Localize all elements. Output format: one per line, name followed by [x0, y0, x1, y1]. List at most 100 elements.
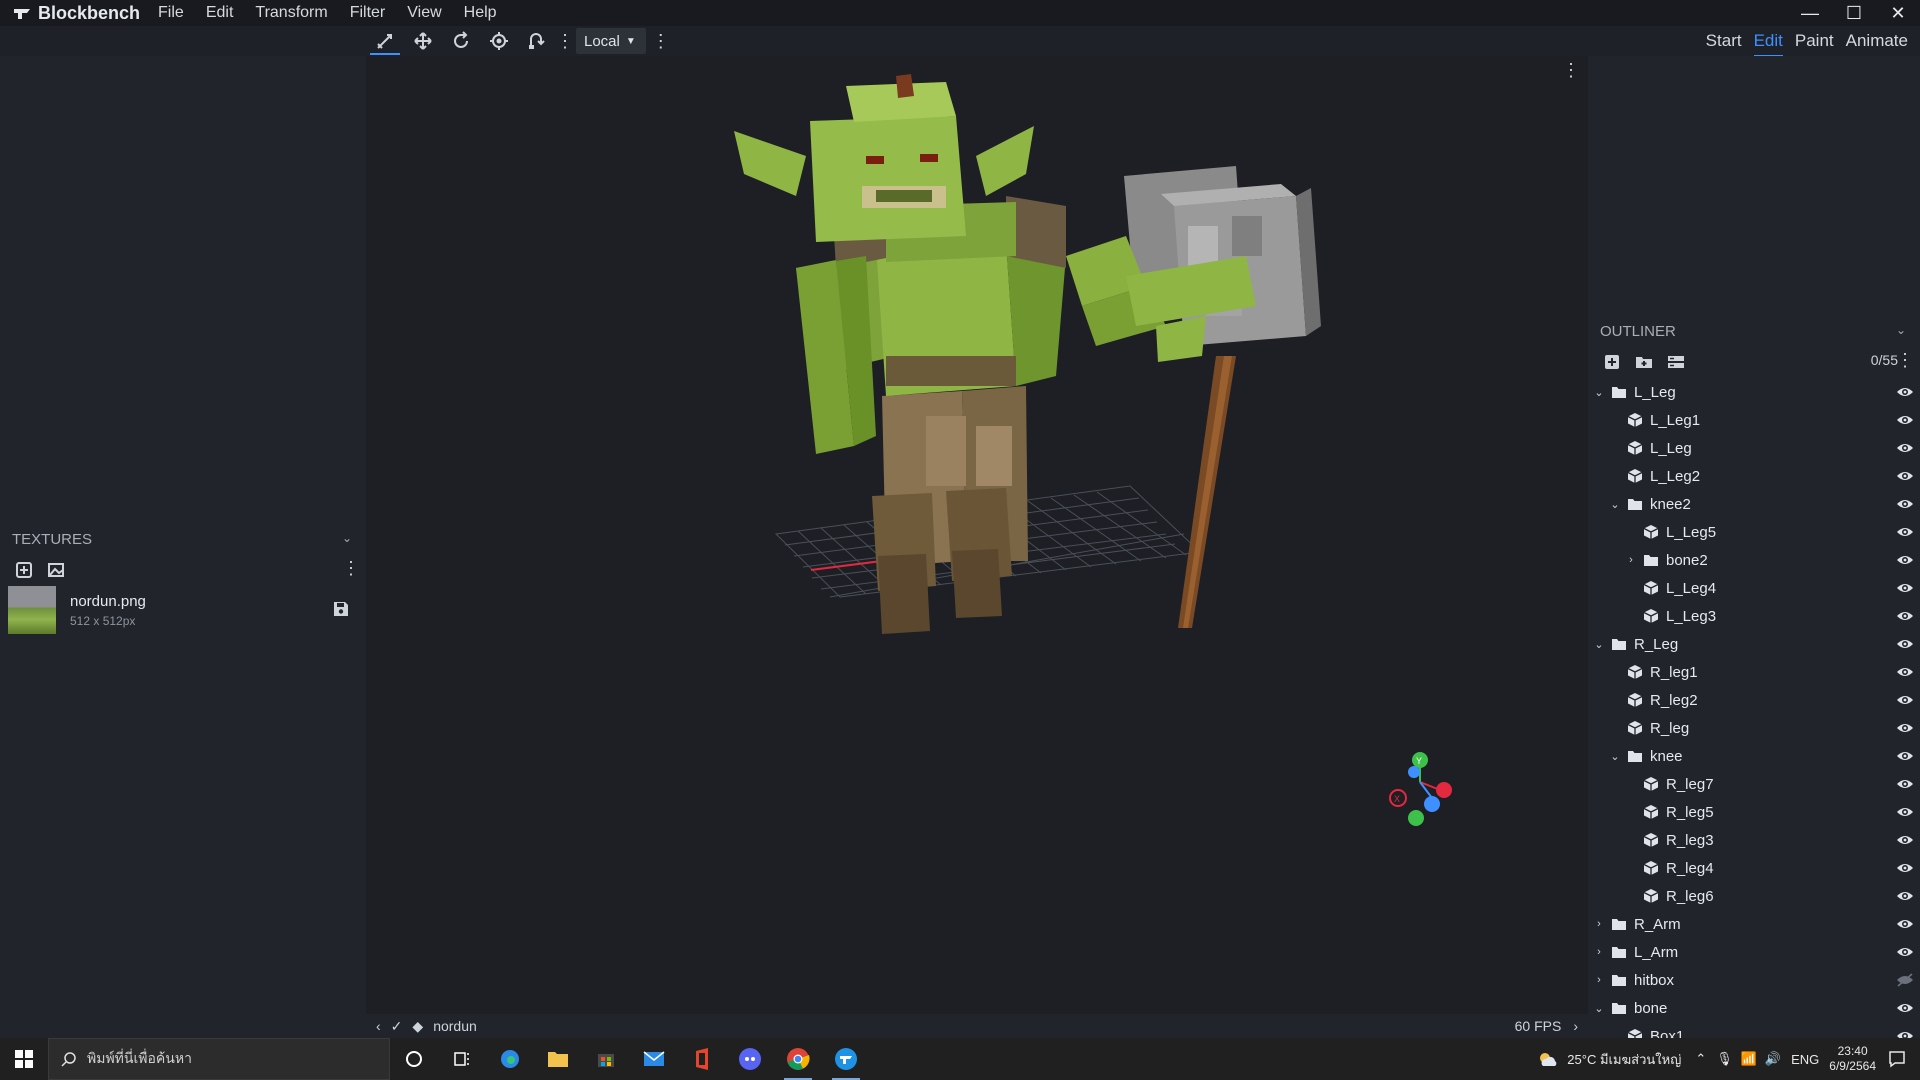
chevron-down-icon[interactable]: ⌄: [1592, 638, 1606, 651]
outliner-group-row[interactable]: ⌄ R_Leg: [1588, 630, 1920, 658]
outliner-more-icon[interactable]: ⋮: [1896, 350, 1914, 371]
menu-help[interactable]: Help: [464, 4, 497, 22]
menu-filter[interactable]: Filter: [350, 4, 386, 22]
collapse-chevron-icon[interactable]: ⌄: [342, 531, 352, 545]
language-indicator[interactable]: ENG: [1791, 1052, 1819, 1067]
outliner-cube-row[interactable]: R_leg2: [1588, 686, 1920, 714]
task-view-button[interactable]: [438, 1038, 486, 1080]
file-explorer-button[interactable]: [534, 1038, 582, 1080]
chevron-down-icon[interactable]: ⌄: [1592, 1002, 1606, 1015]
eye-icon[interactable]: [1896, 776, 1914, 792]
resize-tool-button[interactable]: [404, 26, 442, 56]
mode-start[interactable]: Start: [1706, 31, 1742, 51]
eye-icon[interactable]: [1896, 384, 1914, 400]
minimize-button[interactable]: —: [1788, 0, 1832, 26]
outliner-cube-row[interactable]: L_Leg5: [1588, 518, 1920, 546]
edge-button[interactable]: [486, 1038, 534, 1080]
outliner-cube-row[interactable]: R_leg1: [1588, 658, 1920, 686]
eye-icon[interactable]: [1896, 608, 1914, 624]
eye-icon[interactable]: [1896, 636, 1914, 652]
eye-icon[interactable]: [1896, 1000, 1914, 1016]
eye-icon[interactable]: [1896, 888, 1914, 904]
move-tool-button[interactable]: [366, 26, 404, 56]
volume-icon[interactable]: 🔊: [1765, 1051, 1781, 1067]
eye-icon[interactable]: [1896, 440, 1914, 456]
3d-viewport[interactable]: ⋮ Y X: [366, 56, 1588, 1014]
outliner-cube-row[interactable]: R_leg4: [1588, 854, 1920, 882]
textures-more-icon[interactable]: ⋮: [342, 558, 360, 579]
chevron-right-icon[interactable]: ›: [1624, 554, 1638, 566]
office-button[interactable]: [678, 1038, 726, 1080]
cortana-button[interactable]: [390, 1038, 438, 1080]
outliner-group-row[interactable]: › R_Arm: [1588, 910, 1920, 938]
add-cube-button[interactable]: [1596, 348, 1628, 376]
microphone-icon[interactable]: 🎙: [1716, 1051, 1733, 1067]
outliner-cube-row[interactable]: R_leg5: [1588, 798, 1920, 826]
close-button[interactable]: ✕: [1876, 0, 1920, 26]
taskbar-search[interactable]: พิมพ์ที่นี่เพื่อค้นหา: [48, 1038, 390, 1080]
eye-icon[interactable]: [1896, 692, 1914, 708]
chevron-down-icon[interactable]: ⌄: [1608, 498, 1622, 511]
eye-icon[interactable]: [1896, 580, 1914, 596]
weather-text[interactable]: 25°C มีเมฆส่วนใหญ่: [1567, 1049, 1681, 1070]
textures-header[interactable]: TEXTURES ⌄: [0, 524, 366, 554]
sidebar-left-toggle-icon[interactable]: ‹: [376, 1018, 381, 1034]
clock[interactable]: 23:40 6/9/2564: [1829, 1044, 1876, 1074]
collapse-chevron-icon[interactable]: ⌄: [1896, 323, 1906, 337]
eye-icon[interactable]: [1896, 1028, 1914, 1038]
chevron-down-icon[interactable]: ⌄: [1608, 750, 1622, 763]
pivot-tool-button[interactable]: [480, 26, 518, 56]
eye-icon[interactable]: [1896, 552, 1914, 568]
outliner-group-row[interactable]: ⌄ bone: [1588, 994, 1920, 1022]
chevron-right-icon[interactable]: ›: [1592, 946, 1606, 958]
outliner-cube-row[interactable]: L_Leg1: [1588, 406, 1920, 434]
rotate-tool-button[interactable]: [442, 26, 480, 56]
import-texture-button[interactable]: [40, 556, 72, 584]
eye-icon[interactable]: [1896, 916, 1914, 932]
outliner-cube-row[interactable]: R_leg: [1588, 714, 1920, 742]
tray-expand-icon[interactable]: ⌃: [1695, 1051, 1706, 1067]
outliner-cube-row[interactable]: Box1: [1588, 1022, 1920, 1038]
chrome-button[interactable]: [774, 1038, 822, 1080]
chevron-down-icon[interactable]: ⌄: [1592, 386, 1606, 399]
maximize-button[interactable]: ☐: [1832, 0, 1876, 26]
eye-icon[interactable]: [1896, 664, 1914, 680]
outliner-cube-row[interactable]: L_Leg2: [1588, 462, 1920, 490]
eye-icon[interactable]: [1896, 524, 1914, 540]
outliner-cube-row[interactable]: R_leg6: [1588, 882, 1920, 910]
eye-icon[interactable]: [1896, 944, 1914, 960]
toolbar-more-icon[interactable]: ⋮: [556, 26, 574, 56]
menu-transform[interactable]: Transform: [255, 4, 327, 22]
menu-edit[interactable]: Edit: [206, 4, 234, 22]
chevron-right-icon[interactable]: ›: [1592, 918, 1606, 930]
mode-animate[interactable]: Animate: [1846, 31, 1908, 51]
eye-icon[interactable]: [1896, 748, 1914, 764]
menu-file[interactable]: File: [158, 4, 184, 22]
blockbench-taskbar-button[interactable]: [822, 1038, 870, 1080]
mail-button[interactable]: [630, 1038, 678, 1080]
texture-item[interactable]: nordun.png 512 x 512px: [0, 586, 366, 634]
eye-icon[interactable]: [1896, 496, 1914, 512]
outliner-group-row[interactable]: › hitbox: [1588, 966, 1920, 994]
store-button[interactable]: [582, 1038, 630, 1080]
outliner-header[interactable]: OUTLINER ⌄: [1588, 316, 1920, 346]
outliner-group-row[interactable]: ⌄ knee2: [1588, 490, 1920, 518]
eye-icon[interactable]: [1896, 804, 1914, 820]
toolbar-more-icon-2[interactable]: ⋮: [652, 26, 670, 56]
eye-icon[interactable]: [1896, 468, 1914, 484]
outliner-group-row[interactable]: ⌄ knee: [1588, 742, 1920, 770]
add-group-button[interactable]: [1628, 348, 1660, 376]
vertex-snap-tool-button[interactable]: [518, 26, 556, 56]
outliner-group-row[interactable]: ⌄ L_Leg: [1588, 378, 1920, 406]
eye-icon[interactable]: [1896, 720, 1914, 736]
notification-icon[interactable]: [1888, 1050, 1906, 1068]
save-icon[interactable]: [332, 600, 350, 618]
outliner-cube-row[interactable]: R_leg7: [1588, 770, 1920, 798]
outliner-cube-row[interactable]: L_Leg: [1588, 434, 1920, 462]
mode-paint[interactable]: Paint: [1795, 31, 1834, 51]
chevron-right-icon[interactable]: ›: [1592, 974, 1606, 986]
eye-hidden-icon[interactable]: [1896, 972, 1914, 988]
start-button[interactable]: [0, 1038, 48, 1080]
eye-icon[interactable]: [1896, 860, 1914, 876]
sidebar-right-toggle-icon[interactable]: ›: [1573, 1018, 1578, 1034]
